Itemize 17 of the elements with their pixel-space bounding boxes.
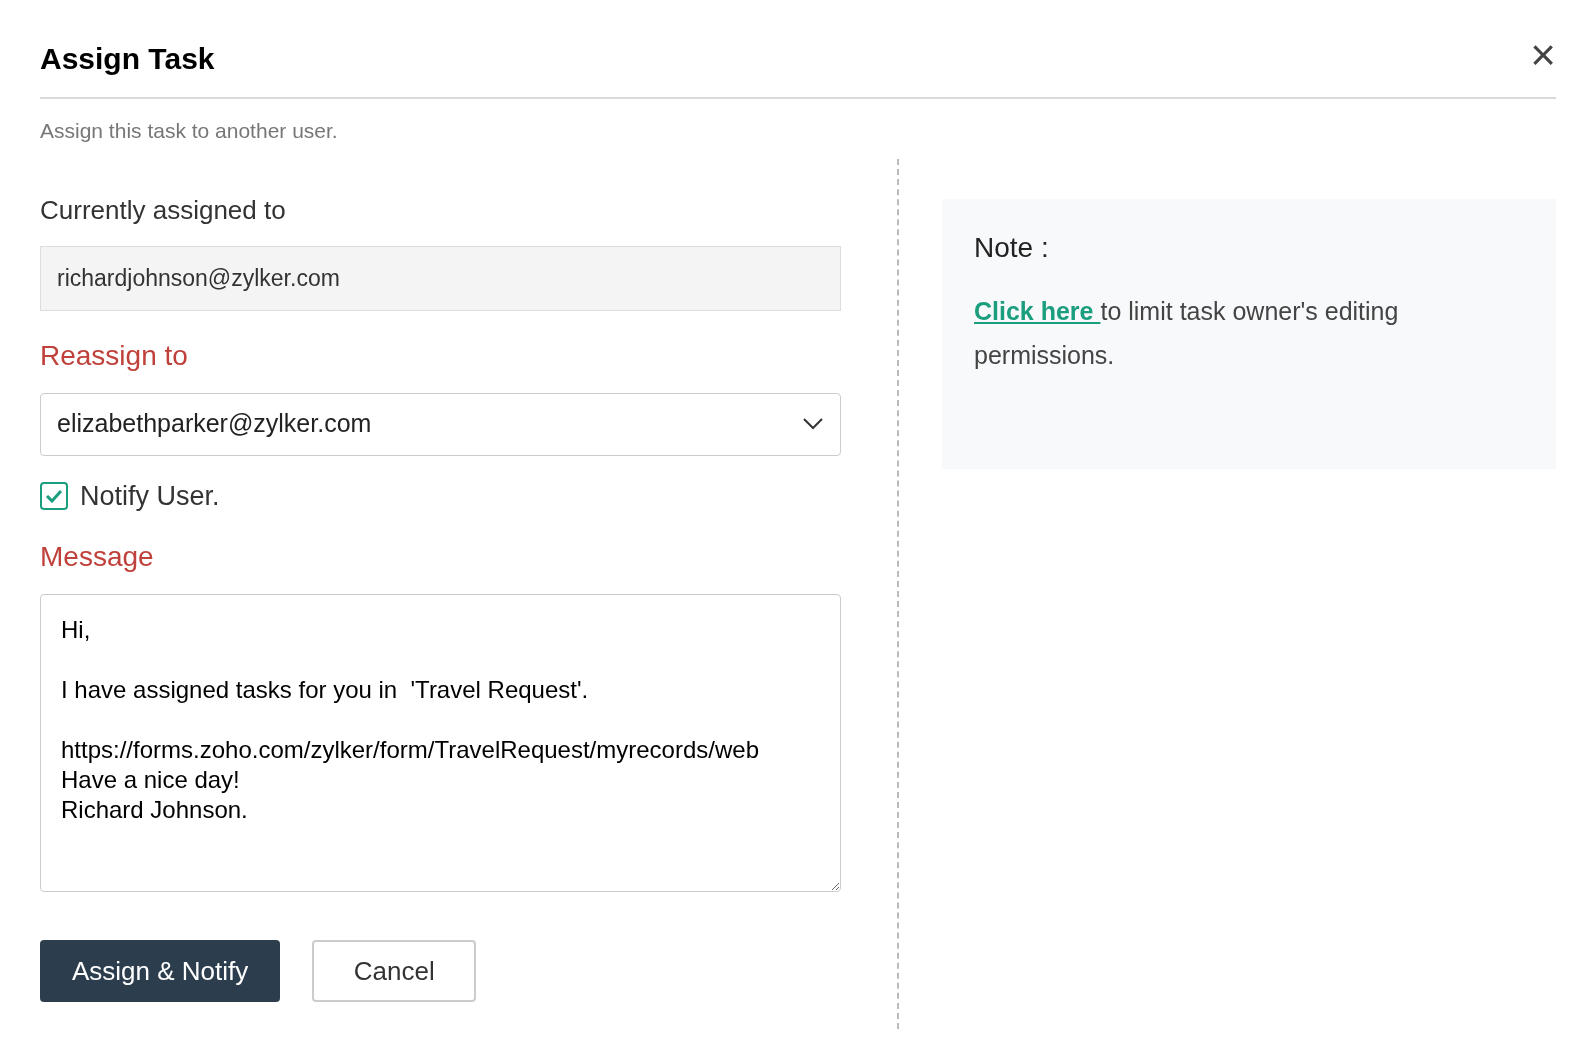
notify-checkbox[interactable] — [40, 481, 68, 510]
note-text: Click here to limit task owner's editing permissions. — [974, 295, 1400, 371]
checkbox-label: Notify User. — [80, 479, 220, 513]
message-field[interactable]: Hi, I have assigned tasks for you in 'Travel Request'. https://forms.zoho.com/zylker/form/TravelRequest/myrecords/web Have a nice day! Richard Johnson. — [40, 594, 841, 892]
note-title: Note : — [974, 230, 1050, 265]
close-button[interactable]: × — [1530, 32, 1556, 77]
dialog-subtitle: Assign this task to another user. — [40, 118, 339, 144]
field-label: Reassign to — [40, 338, 189, 373]
dialog-title: Assign Task — [40, 41, 215, 77]
field-label: Message — [40, 540, 155, 574]
assign-button[interactable]: Assign & Notify — [40, 940, 281, 1002]
checkmark-icon — [45, 488, 63, 503]
reassign-dropdown[interactable]: elizabethparker@zylker.com — [40, 392, 841, 456]
chevron-down-icon — [802, 417, 824, 431]
cancel-button[interactable]: Cancel — [312, 940, 477, 1002]
field-label: Currently assigned to — [40, 193, 287, 227]
current-assignee-field: richardjohnson@zylker.com — [40, 245, 841, 311]
